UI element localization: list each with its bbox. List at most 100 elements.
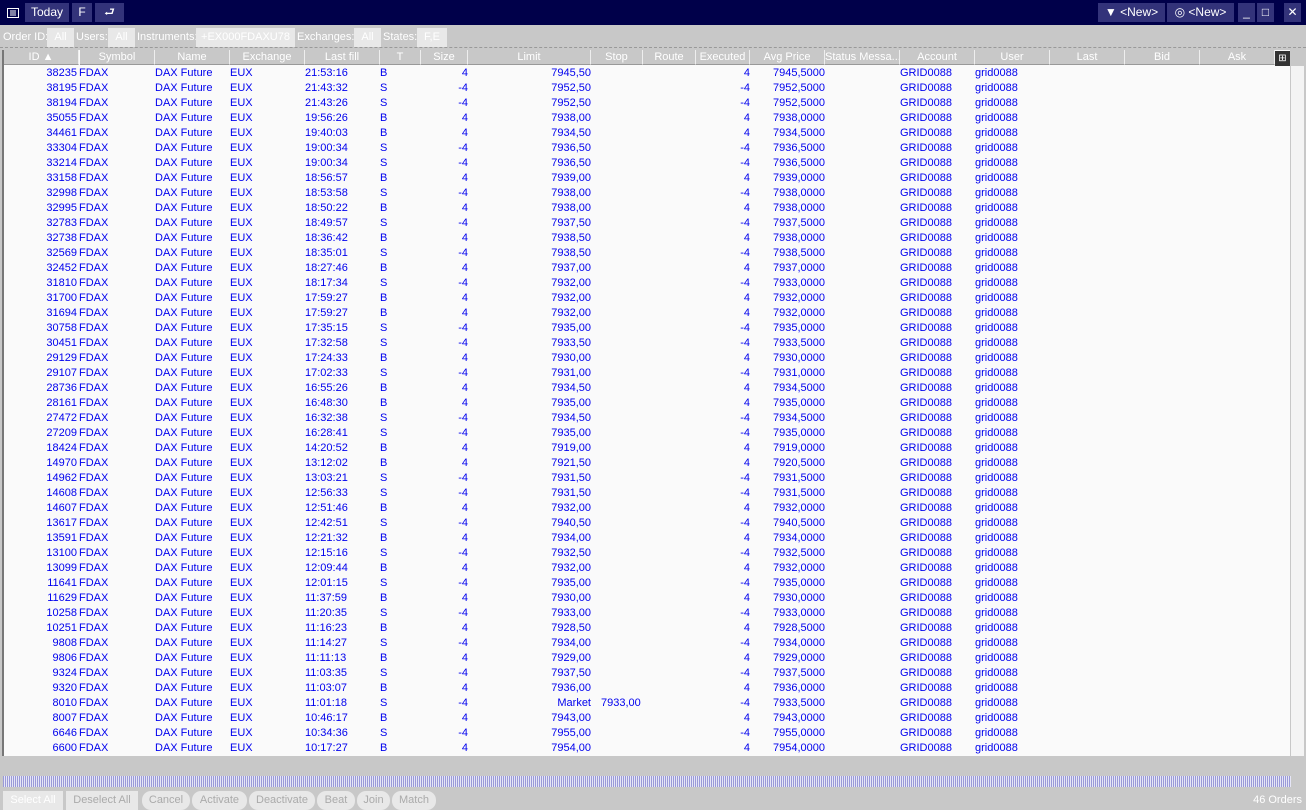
table-row[interactable]: 35055 FDAX DAX Future EUX 19:56:26 B 4 7938,00 4… bbox=[4, 111, 1290, 126]
cell-avg-price: 7931,0000 bbox=[773, 367, 825, 379]
table-row[interactable]: 13617 FDAX DAX Future EUX 12:42:51 S -4 7940,50… bbox=[4, 516, 1290, 531]
table-row[interactable]: 6646 FDAX DAX Future EUX 10:34:36 S -4 7955,00 -… bbox=[4, 726, 1290, 741]
column-header-avg-price[interactable]: Avg Price bbox=[750, 50, 825, 65]
table-row[interactable]: 14607 FDAX DAX Future EUX 12:51:46 B 4 7932,00 4… bbox=[4, 501, 1290, 516]
table-row[interactable]: 32569 FDAX DAX Future EUX 18:35:01 S -4 7938,50… bbox=[4, 246, 1290, 261]
states-filter[interactable]: F,E bbox=[417, 28, 447, 47]
column-header-ask[interactable]: Ask bbox=[1200, 50, 1275, 65]
table-row[interactable]: 18424 FDAX DAX Future EUX 14:20:52 B 4 7919,00 4… bbox=[4, 441, 1290, 456]
column-header-name[interactable]: Name bbox=[155, 50, 230, 65]
deactivate-button[interactable]: Deactivate bbox=[249, 791, 315, 810]
table-row[interactable]: 6600 FDAX DAX Future EUX 10:17:27 B 4 7954,00 4 7… bbox=[4, 741, 1290, 756]
table-row[interactable]: 32995 FDAX DAX Future EUX 18:50:22 B 4 7938,00 4… bbox=[4, 201, 1290, 216]
table-row[interactable]: 38235 FDAX DAX Future EUX 21:53:16 B 4 7945,50 4… bbox=[4, 66, 1290, 81]
return-icon[interactable]: ⮐ bbox=[95, 3, 124, 22]
table-row[interactable]: 33214 FDAX DAX Future EUX 19:00:34 S -4 7936,50… bbox=[4, 156, 1290, 171]
table-row[interactable]: 32783 FDAX DAX Future EUX 18:49:57 S -4 7937,50… bbox=[4, 216, 1290, 231]
column-header-user[interactable]: User bbox=[975, 50, 1050, 65]
table-row[interactable]: 33158 FDAX DAX Future EUX 18:56:57 B 4 7939,00 4… bbox=[4, 171, 1290, 186]
table-row[interactable]: 8007 FDAX DAX Future EUX 10:46:17 B 4 7943,00 4 7… bbox=[4, 711, 1290, 726]
exchanges-filter[interactable]: All bbox=[354, 28, 381, 47]
table-row[interactable]: 9320 FDAX DAX Future EUX 11:03:07 B 4 7936,00 4 7… bbox=[4, 681, 1290, 696]
filter-new-button[interactable]: ▼ <New> bbox=[1098, 3, 1165, 22]
column-header-limit[interactable]: Limit bbox=[468, 50, 591, 65]
column-header-route[interactable]: Route bbox=[643, 50, 696, 65]
table-row[interactable]: 9806 FDAX DAX Future EUX 11:11:13 B 4 7929,00 4 7… bbox=[4, 651, 1290, 666]
users-filter[interactable]: All bbox=[108, 28, 135, 47]
maximize-button[interactable]: □ bbox=[1257, 3, 1274, 22]
table-row[interactable]: 27209 FDAX DAX Future EUX 16:28:41 S -4 7935,00… bbox=[4, 426, 1290, 441]
column-header-executed[interactable]: Executed bbox=[696, 50, 750, 65]
cell-user: grid0088 bbox=[975, 577, 1018, 589]
order-id-filter[interactable]: All bbox=[47, 28, 74, 47]
deselect-all-button[interactable]: Deselect All bbox=[66, 791, 138, 810]
view-new-button[interactable]: ◎ <New> bbox=[1167, 3, 1234, 22]
table-row[interactable]: 13099 FDAX DAX Future EUX 12:09:44 B 4 7932,00 4… bbox=[4, 561, 1290, 576]
column-header-id[interactable]: ID ▲ bbox=[4, 50, 79, 65]
cell-avg-price: 7938,0000 bbox=[773, 232, 825, 244]
table-row[interactable]: 31694 FDAX DAX Future EUX 17:59:27 B 4 7932,00 4… bbox=[4, 306, 1290, 321]
cancel-button[interactable]: Cancel bbox=[142, 791, 190, 810]
table-row[interactable]: 38194 FDAX DAX Future EUX 21:43:26 S -4 7952,50… bbox=[4, 96, 1290, 111]
column-header-symbol[interactable]: Symbol bbox=[80, 50, 155, 65]
table-row[interactable]: 28736 FDAX DAX Future EUX 16:55:26 B 4 7934,50 4… bbox=[4, 381, 1290, 396]
column-header-status-message[interactable]: Status Messa... bbox=[825, 50, 900, 65]
cell-last-fill: 17:24:33 bbox=[305, 352, 348, 364]
table-row[interactable]: 28161 FDAX DAX Future EUX 16:48:30 B 4 7935,00 4… bbox=[4, 396, 1290, 411]
table-row[interactable]: 32738 FDAX DAX Future EUX 18:36:42 B 4 7938,50 4… bbox=[4, 231, 1290, 246]
column-header-last-fill[interactable]: Last fill bbox=[305, 50, 380, 65]
cell-symbol: FDAX bbox=[79, 142, 109, 154]
table-row[interactable]: 9808 FDAX DAX Future EUX 11:14:27 S -4 7934,00 -… bbox=[4, 636, 1290, 651]
column-header-exchange[interactable]: Exchange bbox=[230, 50, 305, 65]
column-header-account[interactable]: Account bbox=[900, 50, 975, 65]
vertical-scrollbar[interactable] bbox=[1291, 66, 1304, 772]
table-row[interactable]: 11641 FDAX DAX Future EUX 12:01:15 S -4 7935,00… bbox=[4, 576, 1290, 591]
match-button[interactable]: Match bbox=[392, 791, 436, 810]
table-row[interactable]: 9324 FDAX DAX Future EUX 11:03:35 S -4 7937,50 -… bbox=[4, 666, 1290, 681]
table-row[interactable]: 33304 FDAX DAX Future EUX 19:00:34 S -4 7936,50… bbox=[4, 141, 1290, 156]
table-row[interactable]: 13100 FDAX DAX Future EUX 12:15:16 S -4 7932,50… bbox=[4, 546, 1290, 561]
table-row[interactable]: 13591 FDAX DAX Future EUX 12:21:32 B 4 7934,00 4… bbox=[4, 531, 1290, 546]
column-header-stop[interactable]: Stop bbox=[591, 50, 643, 65]
table-row[interactable]: 14970 FDAX DAX Future EUX 13:12:02 B 4 7921,50 4… bbox=[4, 456, 1290, 471]
horizontal-scrollbar[interactable] bbox=[3, 776, 1291, 787]
table-row[interactable]: 30758 FDAX DAX Future EUX 17:35:15 S -4 7935,00… bbox=[4, 321, 1290, 336]
table-row[interactable]: 31700 FDAX DAX Future EUX 17:59:27 B 4 7932,00 4… bbox=[4, 291, 1290, 306]
menu-list-icon[interactable] bbox=[3, 3, 22, 22]
cell-last-fill: 11:16:23 bbox=[305, 622, 348, 634]
table-row[interactable]: 29129 FDAX DAX Future EUX 17:24:33 B 4 7930,00 4… bbox=[4, 351, 1290, 366]
today-button[interactable]: Today bbox=[25, 3, 69, 22]
column-header-size[interactable]: Size bbox=[421, 50, 468, 65]
table-row[interactable]: 32452 FDAX DAX Future EUX 18:27:46 B 4 7937,00 4… bbox=[4, 261, 1290, 276]
table-row[interactable]: 27472 FDAX DAX Future EUX 16:32:38 S -4 7934,50… bbox=[4, 411, 1290, 426]
table-row[interactable]: 14962 FDAX DAX Future EUX 13:03:21 S -4 7931,50… bbox=[4, 471, 1290, 486]
column-header-bid[interactable]: Bid bbox=[1125, 50, 1200, 65]
table-row[interactable]: 29107 FDAX DAX Future EUX 17:02:33 S -4 7931,00… bbox=[4, 366, 1290, 381]
table-row[interactable]: 10258 FDAX DAX Future EUX 11:20:35 S -4 7933,00… bbox=[4, 606, 1290, 621]
table-row[interactable]: 31810 FDAX DAX Future EUX 18:17:34 S -4 7932,00… bbox=[4, 276, 1290, 291]
table-row[interactable]: 38195 FDAX DAX Future EUX 21:43:32 S -4 7952,50… bbox=[4, 81, 1290, 96]
instruments-filter[interactable]: +EX000FDAXU78 bbox=[196, 28, 295, 47]
activate-button[interactable]: Activate bbox=[192, 791, 247, 810]
cell-avg-price: 7920,5000 bbox=[773, 457, 825, 469]
table-row[interactable]: 11629 FDAX DAX Future EUX 11:37:59 B 4 7930,00 4… bbox=[4, 591, 1290, 606]
cell-type: B bbox=[380, 112, 388, 124]
table-row[interactable]: 8010 FDAX DAX Future EUX 11:01:18 S -4 Market 79… bbox=[4, 696, 1290, 711]
table-row[interactable]: 14608 FDAX DAX Future EUX 12:56:33 S -4 7931,50… bbox=[4, 486, 1290, 501]
f-button[interactable]: F bbox=[72, 3, 92, 22]
cell-last-fill: 21:53:16 bbox=[305, 67, 348, 79]
column-chooser-icon[interactable]: ⊞ bbox=[1275, 51, 1290, 66]
beat-button[interactable]: Beat bbox=[317, 791, 355, 810]
cell-account: GRID0088 bbox=[900, 157, 952, 169]
column-header-type[interactable]: T bbox=[380, 50, 421, 65]
table-row[interactable]: 32998 FDAX DAX Future EUX 18:53:58 S -4 7938,00… bbox=[4, 186, 1290, 201]
table-row[interactable]: 34461 FDAX DAX Future EUX 19:40:03 B 4 7934,50 4… bbox=[4, 126, 1290, 141]
close-button[interactable]: ✕ bbox=[1284, 3, 1301, 22]
minimize-button[interactable]: _ bbox=[1238, 3, 1255, 22]
table-row[interactable]: 10251 FDAX DAX Future EUX 11:16:23 B 4 7928,50 4… bbox=[4, 621, 1290, 636]
join-button[interactable]: Join bbox=[357, 791, 390, 810]
table-row[interactable]: 30451 FDAX DAX Future EUX 17:32:58 S -4 7933,50… bbox=[4, 336, 1290, 351]
select-all-button[interactable]: Select All bbox=[3, 791, 63, 810]
cell-type: B bbox=[380, 127, 388, 139]
column-header-last[interactable]: Last bbox=[1050, 50, 1125, 65]
